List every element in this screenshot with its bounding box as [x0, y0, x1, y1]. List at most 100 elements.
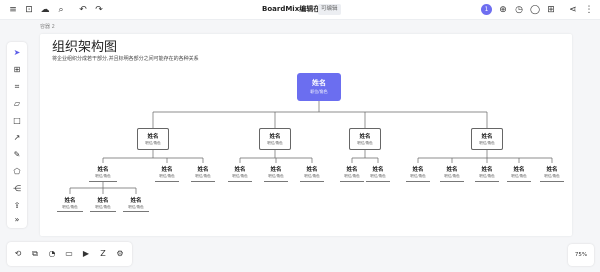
layers-icon[interactable]: ⟲ [13, 249, 23, 259]
org-node-level3[interactable]: 姓名 职位/角色 [366, 165, 390, 182]
connector-icon[interactable]: ↗ [11, 132, 23, 144]
crop-icon[interactable]: ⌗ [11, 81, 23, 93]
org-node-level4[interactable]: 姓名 职位/角色 [123, 196, 149, 212]
video-icon[interactable]: ▶ [81, 249, 91, 259]
node-role: 职位/角色 [444, 174, 460, 178]
node-role: 职位/角色 [95, 174, 111, 178]
node-role: 职位/角色 [62, 205, 78, 209]
node-role: 职位/角色 [95, 205, 111, 209]
grid-icon[interactable]: ⊞ [546, 5, 556, 15]
node-name: 姓名 [412, 167, 424, 173]
node-role: 职位/角色 [479, 141, 495, 145]
upload-icon[interactable]: ⇪ [11, 200, 23, 212]
node-role: 职位/角色 [310, 89, 328, 94]
avatar[interactable]: 1 [481, 4, 492, 15]
node-name: 姓名 [197, 167, 209, 173]
node-role: 职位/角色 [544, 174, 560, 178]
node-name: 姓名 [306, 167, 318, 173]
bottom-toolbar: ⟲ ⧉ ◔ ▭ ▶ Z ⚙ [7, 242, 132, 266]
settings-icon[interactable]: ⚙ [115, 249, 125, 259]
expand-icon[interactable]: » [11, 214, 23, 226]
timer-icon[interactable]: ◔ [47, 249, 57, 259]
edit-mode-badge[interactable]: 可编辑 [318, 4, 341, 15]
org-node-level3[interactable]: 姓名 职位/角色 [540, 165, 564, 182]
org-node-level3[interactable]: 姓名 职位/角色 [406, 165, 430, 182]
node-name: 姓名 [64, 198, 76, 204]
mindmap-icon[interactable]: ⋲ [11, 183, 23, 195]
node-role: 职位/角色 [370, 174, 386, 178]
polygon-icon[interactable]: ⬠ [11, 166, 23, 178]
save-icon[interactable]: ⊡ [24, 5, 34, 15]
left-toolbar: ➤ ⊞ ⌗ ▱ □ ↗ ✎ ⬠ ⋲ ⇪ » [7, 42, 27, 228]
chat-icon[interactable]: ▭ [64, 249, 74, 259]
search-icon[interactable]: ⌕ [56, 5, 66, 15]
copy-icon[interactable]: ⧉ [30, 249, 40, 259]
node-name: 姓名 [546, 167, 558, 173]
node-role: 职位/角色 [159, 174, 175, 178]
node-role: 职位/角色 [410, 174, 426, 178]
shape-icon[interactable]: □ [11, 115, 23, 127]
node-name: 姓名 [147, 134, 159, 140]
frame-icon[interactable]: ⊞ [11, 64, 23, 76]
node-name: 姓名 [130, 198, 142, 204]
node-name: 姓名 [481, 134, 493, 140]
node-role: 职位/角色 [511, 174, 527, 178]
org-node-level3[interactable]: 姓名 职位/角色 [155, 165, 179, 182]
page-description[interactable]: 将企业组织分成若干部分,并且标明各部分之间可能存在的各种关系 [52, 55, 199, 62]
org-node-level3[interactable]: 姓名 职位/角色 [228, 165, 252, 182]
page-title[interactable]: 组织架构图 [52, 36, 117, 55]
org-node-level2[interactable]: 姓名 职位/角色 [137, 128, 169, 150]
share-icon[interactable]: ⋖ [568, 5, 578, 15]
node-role: 职位/角色 [145, 141, 161, 145]
node-name: 姓名 [161, 167, 173, 173]
node-role: 职位/角色 [195, 174, 211, 178]
pen-icon[interactable]: ✎ [11, 149, 23, 161]
sleep-icon[interactable]: Z [98, 249, 108, 259]
org-node-level3[interactable]: 姓名 职位/角色 [300, 165, 324, 182]
org-node-level2[interactable]: 姓名 职位/角色 [471, 128, 503, 150]
org-node-level3[interactable]: 姓名 职位/角色 [475, 165, 499, 182]
comment-icon[interactable]: ◯ [530, 5, 540, 15]
node-name: 姓名 [446, 167, 458, 173]
org-node-level3[interactable]: 姓名 职位/角色 [191, 165, 215, 182]
node-name: 姓名 [346, 167, 358, 173]
breadcrumb[interactable]: 容器 2 [40, 23, 55, 30]
select-icon[interactable]: ➤ [11, 47, 23, 59]
zoom-level[interactable]: 75% [568, 244, 594, 266]
org-node-level2[interactable]: 姓名 职位/角色 [259, 128, 291, 150]
node-name: 姓名 [269, 134, 281, 140]
org-node-level2[interactable]: 姓名 职位/角色 [349, 128, 381, 150]
node-name: 姓名 [312, 79, 326, 87]
node-name: 姓名 [359, 134, 371, 140]
node-role: 职位/角色 [128, 205, 144, 209]
node-name: 姓名 [481, 167, 493, 173]
cloud-icon[interactable]: ☁ [40, 5, 50, 15]
top-bar: ≡ ⊡ ☁ ⌕ ↶ ↷ BoardMix编辑在... 可编辑 1 ⊕ ◷ ◯ ⊞… [0, 0, 600, 20]
org-node-level3[interactable]: 姓名 职位/角色 [89, 165, 117, 182]
node-name: 姓名 [234, 167, 246, 173]
node-name: 姓名 [97, 167, 109, 173]
menu-icon[interactable]: ≡ [8, 5, 18, 15]
node-name: 姓名 [270, 167, 282, 173]
add-icon[interactable]: ⊕ [498, 5, 508, 15]
org-node-level4[interactable]: 姓名 职位/角色 [57, 196, 83, 212]
org-node-level3[interactable]: 姓名 职位/角色 [440, 165, 464, 182]
node-role: 职位/角色 [479, 174, 495, 178]
node-name: 姓名 [513, 167, 525, 173]
org-node-level3[interactable]: 姓名 职位/角色 [264, 165, 288, 182]
org-node-level3[interactable]: 姓名 职位/角色 [507, 165, 531, 182]
sticky-note-icon[interactable]: ▱ [11, 98, 23, 110]
node-name: 姓名 [372, 167, 384, 173]
node-role: 职位/角色 [267, 141, 283, 145]
node-role: 职位/角色 [357, 141, 373, 145]
undo-icon[interactable]: ↶ [78, 5, 88, 15]
org-node-level3[interactable]: 姓名 职位/角色 [340, 165, 364, 182]
org-node-level4[interactable]: 姓名 职位/角色 [90, 196, 116, 212]
org-root-node[interactable]: 姓名 职位/角色 [297, 73, 341, 101]
more-icon[interactable]: ⋮ [584, 5, 594, 15]
node-role: 职位/角色 [232, 174, 248, 178]
node-role: 职位/角色 [304, 174, 320, 178]
node-role: 职位/角色 [268, 174, 284, 178]
redo-icon[interactable]: ↷ [94, 5, 104, 15]
timer-icon[interactable]: ◷ [514, 5, 524, 15]
